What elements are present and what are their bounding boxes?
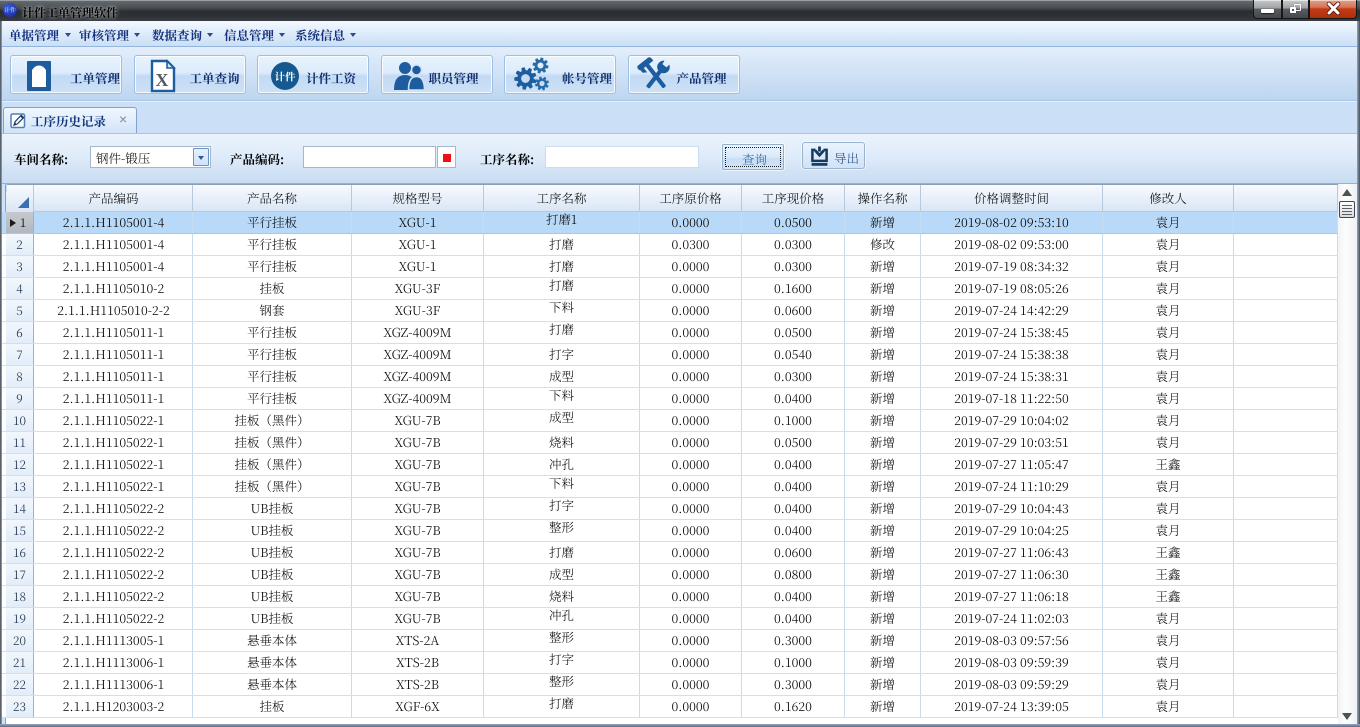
- svg-text:X: X: [155, 70, 168, 90]
- svg-text:计件: 计件: [275, 70, 296, 85]
